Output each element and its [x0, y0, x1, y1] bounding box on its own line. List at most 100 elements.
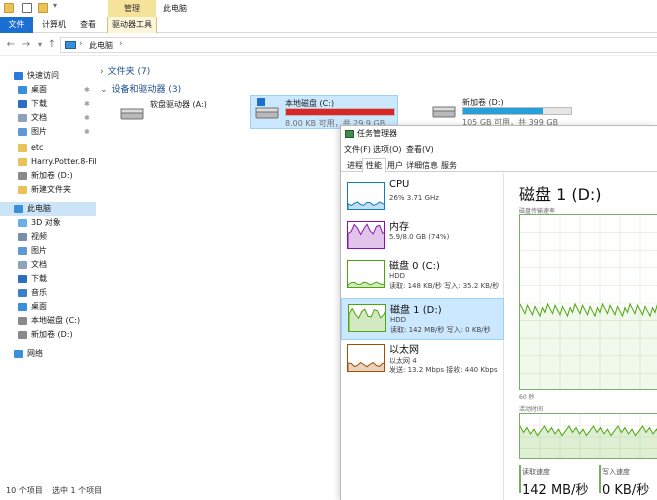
nav-item[interactable]: 3D 对象 [0, 216, 96, 230]
transfer-rate-area [520, 304, 657, 389]
pin-icon: ✱ [84, 100, 90, 108]
star-icon [14, 72, 23, 80]
contextual-tab-manage[interactable]: 管理 [108, 0, 156, 17]
pin-icon: ✱ [84, 128, 90, 136]
picture-icon [18, 247, 27, 255]
nav-item[interactable]: etc [0, 141, 96, 155]
nav-item[interactable]: 网络 [0, 347, 96, 361]
menu-options[interactable]: 选项(O) [373, 143, 402, 156]
drive-icon [18, 172, 27, 180]
recent-dropdown-icon[interactable]: ▾ [34, 38, 46, 52]
nav-item-label: 桌面 [31, 302, 47, 311]
performance-sidebar: CPU 26% 3.71 GHz 内存 5.9/8.0 GB (74%) 磁盘 0 (C… [341, 173, 504, 500]
back-icon[interactable]: ← [5, 38, 17, 52]
nav-item-label: Harry.Potter.8-Film [31, 157, 96, 166]
group-header-folders[interactable]: › 文件夹 (7) [100, 64, 150, 77]
nav-item[interactable]: 图片 [0, 244, 96, 258]
drive-tile[interactable]: 软盘驱动器 (A:) [116, 97, 246, 131]
tab-services[interactable]: 服务 [437, 158, 461, 172]
task-manager-tabs: 进程 性能 用户 详细信息 服务 [341, 157, 657, 173]
write-speed-value: 0 KB/秒 [602, 483, 650, 498]
forward-icon[interactable]: → [20, 38, 32, 52]
nav-item[interactable]: 文档 [0, 258, 96, 272]
nav-item-label: 文档 [31, 113, 47, 122]
desktop-icon [18, 86, 27, 94]
download-icon [18, 100, 27, 108]
breadcrumb-separator-icon[interactable]: › [119, 39, 123, 49]
perf-thumbnail-svg [348, 361, 384, 371]
group-header-drives[interactable]: ⌄ 设备和驱动器 (3) [100, 82, 181, 95]
active-time-graph [519, 413, 657, 459]
floppy-drive-icon [120, 105, 144, 121]
breadcrumb-this-pc[interactable]: 此电脑 [89, 40, 113, 51]
nav-item[interactable]: 本地磁盘 (C:) [0, 314, 96, 328]
active-time-svg [520, 414, 657, 458]
nav-item[interactable]: 新建文件夹 [0, 183, 96, 197]
nav-item[interactable]: 下载 ✱ [0, 97, 96, 111]
perf-thumbnail-area [348, 223, 384, 248]
menu-file[interactable]: 文件(F) [344, 143, 371, 156]
navigation-pane: 快速访问桌面 ✱ 下载 ✱ 文档 ✱ 图片 ✱ etc Harry.Potter.8-Film 新加… [0, 57, 96, 482]
nav-item[interactable]: 快速访问 [0, 69, 96, 83]
perf-item-stats: 读取: 148 KB/秒 写入: 35.2 KB/秒 [389, 282, 500, 290]
ribbon-tab-view[interactable]: 查看 [74, 17, 102, 33]
nav-item-label: 视频 [31, 232, 47, 241]
new-folder-icon[interactable] [38, 3, 48, 13]
ribbon-tab-file[interactable]: 文件 [0, 17, 33, 33]
drive-tile[interactable]: 新加卷 (D:) 105 GB 可用，共 399 GB [428, 95, 572, 129]
quick-access-dropdown-icon[interactable]: ▾ [53, 1, 57, 10]
tab-details[interactable]: 详细信息 [402, 158, 442, 172]
nav-item[interactable]: 视频 [0, 230, 96, 244]
nav-item[interactable]: 新加卷 (D:) [0, 328, 96, 342]
task-manager-window: 任务管理器 文件(F) 选项(O) 查看(V) 进程 性能 用户 详细信息 服务… [340, 125, 657, 500]
perf-thumbnail-graph [348, 304, 386, 332]
address-field[interactable]: › 此电脑 › [60, 37, 657, 53]
nav-item[interactable]: 下载 [0, 272, 96, 286]
perf-item-name: 磁盘 0 (C:) [389, 261, 440, 272]
computer-icon [65, 41, 76, 49]
perf-item-stats: 发送: 13.2 Mbps 接收: 440 Kbps [389, 366, 498, 374]
perf-item[interactable]: 以太网 以太网 4 发送: 13.2 Mbps 接收: 440 Kbps [341, 339, 504, 381]
menu-view[interactable]: 查看(V) [406, 143, 434, 156]
task-manager-icon [345, 130, 354, 138]
perf-item[interactable]: 磁盘 0 (C:) HDD 读取: 148 KB/秒 写入: 35.2 KB/秒 [341, 255, 504, 297]
expand-chevron-icon[interactable]: › [100, 67, 104, 77]
write-speed-block: 写入速度 0 KB/秒 [599, 465, 657, 498]
nav-item[interactable]: 桌面 [0, 300, 96, 314]
ribbon-tab-drive-tools[interactable]: 驱动器工具 [107, 17, 157, 33]
nav-item[interactable]: 音乐 [0, 286, 96, 300]
nav-item[interactable]: 桌面 ✱ [0, 83, 96, 97]
read-speed-value: 142 MB/秒 [522, 483, 589, 498]
performance-detail: 磁盘 1 (D:) 磁盘传输速率 60 秒 活动时间 读取速度 142 MB/秒… [505, 173, 657, 500]
document-icon [18, 261, 27, 269]
nav-item[interactable]: Harry.Potter.8-Film [0, 155, 96, 169]
up-icon[interactable]: ↑ [46, 38, 58, 52]
nav-item[interactable]: 此电脑 [0, 202, 96, 216]
nav-item[interactable]: 文档 ✱ [0, 111, 96, 125]
perf-item[interactable]: CPU 26% 3.71 GHz [341, 177, 504, 219]
transfer-rate-svg [520, 215, 657, 389]
nav-item-label: 下载 [31, 274, 47, 283]
perf-item-detail: HDD [390, 316, 407, 324]
transfer-rate-graph [519, 214, 657, 390]
perf-item[interactable]: 磁盘 1 (D:) HDD 读取: 142 MB/秒 写入: 0 KB/秒 [341, 298, 504, 340]
perf-thumbnail-graph [347, 260, 385, 288]
perf-item-name: 内存 [389, 222, 409, 233]
folder-icon [18, 144, 27, 152]
windows-drive-icon [18, 317, 27, 325]
nav-item[interactable]: 图片 ✱ [0, 125, 96, 139]
windows-drive-icon [255, 104, 279, 120]
nav-item[interactable]: 新加卷 (D:) [0, 169, 96, 183]
drive-usage-fill [286, 109, 394, 115]
collapse-chevron-icon[interactable]: ⌄ [100, 85, 108, 95]
perf-thumbnail-svg [348, 223, 384, 248]
ribbon-tab-computer[interactable]: 计算机 [36, 17, 72, 33]
perf-item[interactable]: 内存 5.9/8.0 GB (74%) [341, 216, 504, 258]
drive-tile[interactable]: 本地磁盘 (C:) 8.00 KB 可用，共 29.9 GB [250, 95, 398, 129]
perf-item-name: 以太网 [389, 345, 419, 356]
perf-thumbnail-graph [347, 344, 385, 372]
breadcrumb-separator-icon[interactable]: › [79, 39, 83, 49]
status-selected-count: 选中 1 个项目 [52, 486, 103, 495]
nav-item-label: 新加卷 (D:) [31, 171, 73, 180]
properties-icon[interactable] [22, 3, 32, 13]
